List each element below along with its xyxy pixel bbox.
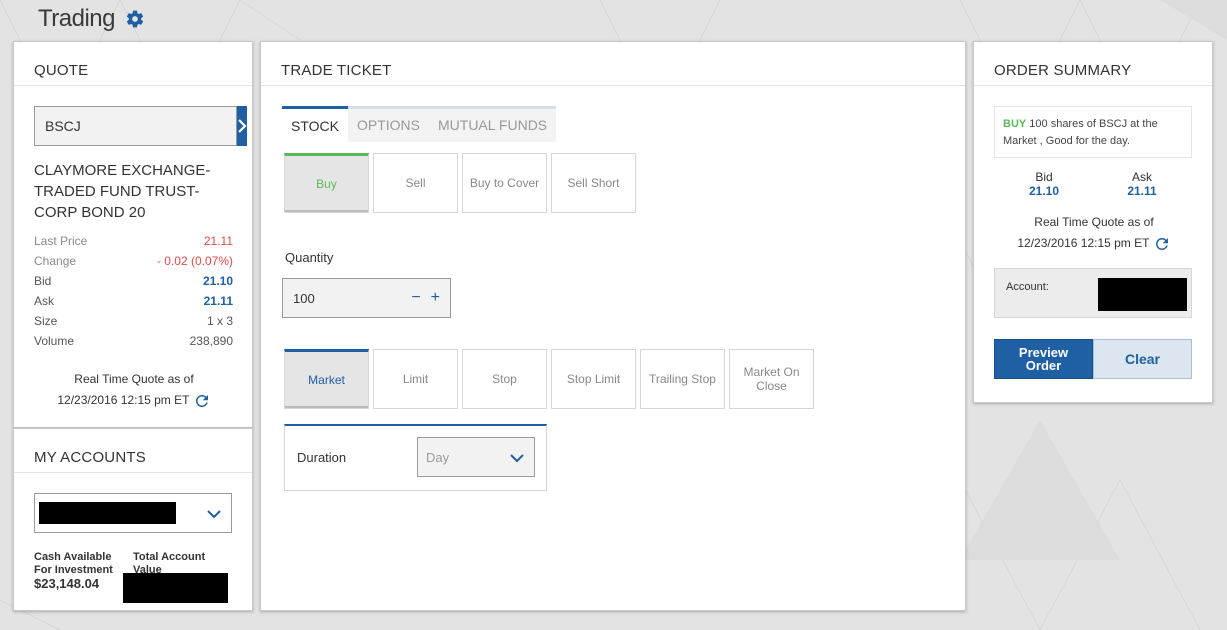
symbol-row: [34, 106, 247, 146]
quote-row-value: 1 x 3: [206, 314, 233, 328]
page-header: Trading: [38, 4, 145, 34]
summary-account-label: Account:: [1006, 281, 1049, 293]
summary-actions: Preview Order Clear: [994, 339, 1192, 379]
summary-bid: Bid 21.10: [1014, 170, 1074, 198]
quote-row-label: Last Price: [34, 234, 88, 248]
decrement-button[interactable]: −: [411, 289, 420, 307]
summary-bid-value: 21.10: [1028, 184, 1060, 198]
symbol-input[interactable]: [34, 106, 237, 146]
redacted-account: [39, 502, 176, 524]
quote-details: Last Price 21.11 Change - 0.02 (0.07%) B…: [34, 231, 233, 351]
market-on-close-button[interactable]: Market On Close: [729, 349, 814, 409]
quote-row-label: Volume: [34, 334, 75, 348]
summary-buy-word: BUY: [1003, 118, 1027, 130]
quote-row-value: 21.11: [203, 294, 233, 308]
quote-panel: QUOTE CLAYMORE EXCHANGE-TRADED FUND TRUS…: [13, 41, 253, 428]
summary-account: Account:: [994, 268, 1192, 318]
order-summary-panel: ORDER SUMMARY BUY 100 shares of BSCJ at …: [973, 41, 1213, 403]
clear-button[interactable]: Clear: [1093, 339, 1192, 379]
chevron-down-icon: [207, 510, 221, 519]
redacted-total: [123, 573, 228, 603]
duration-section: Duration Day: [284, 424, 547, 491]
symbol-go-button[interactable]: [237, 106, 247, 146]
buy-to-cover-button[interactable]: Buy to Cover: [462, 153, 547, 213]
action-buttons: Buy Sell Buy to Cover Sell Short: [284, 153, 636, 213]
duration-value: Day: [426, 450, 450, 465]
redacted-account-number: [1098, 278, 1187, 311]
summary-ask-label: Ask: [1131, 170, 1152, 184]
summary-rtq-time: 12/23/2016 12:15 pm ET: [1017, 236, 1150, 250]
summary-ask: Ask 21.11: [1112, 170, 1172, 198]
tab-mutual-funds[interactable]: MUTUAL FUNDS: [429, 109, 557, 142]
quantity-value[interactable]: 100: [293, 291, 411, 306]
quote-row-label: Ask: [34, 294, 55, 308]
summary-ask-value: 21.11: [1127, 184, 1157, 198]
quantity-label: Quantity: [285, 250, 334, 265]
quote-row-size: Size 1 x 3: [34, 311, 233, 331]
page-title: Trading: [38, 5, 115, 32]
quote-row-label: Change: [34, 254, 77, 268]
gear-icon[interactable]: [125, 9, 145, 29]
buy-button[interactable]: Buy: [284, 153, 369, 213]
quote-title: QUOTE: [14, 42, 252, 86]
quote-row-value: 238,890: [189, 334, 233, 348]
cash-value: $23,148.04: [34, 576, 100, 591]
summary-title: ORDER SUMMARY: [974, 42, 1212, 86]
quote-row-label: Bid: [34, 274, 52, 288]
quote-row-bid: Bid 21.10: [34, 271, 233, 291]
summary-rtq-label: Real Time Quote as of: [1034, 215, 1154, 229]
cash-label-1: Cash Available: [34, 551, 112, 563]
summary-rtq: Real Time Quote as of 12/23/2016 12:15 p…: [974, 212, 1214, 254]
duration-label: Duration: [297, 450, 347, 465]
rtq-label: Real Time Quote as of: [74, 372, 194, 386]
quote-row-value: 21.10: [202, 274, 233, 288]
trailing-stop-button[interactable]: Trailing Stop: [640, 349, 725, 409]
limit-button[interactable]: Limit: [373, 349, 458, 409]
order-type-buttons: Market Limit Stop Stop Limit Trailing St…: [284, 349, 814, 409]
accounts-title: MY ACCOUNTS: [14, 429, 252, 473]
order-summary-text: BUY 100 shares of BSCJ at the Market , G…: [994, 106, 1192, 158]
trade-ticket-panel: TRADE TICKET STOCK OPTIONS MUTUAL FUNDS …: [260, 41, 966, 611]
quote-row-volume: Volume 238,890: [34, 331, 233, 351]
ticket-title: TRADE TICKET: [261, 42, 965, 86]
my-accounts-panel: MY ACCOUNTS Cash Available For Investmen…: [13, 428, 253, 611]
duration-select[interactable]: Day: [417, 437, 535, 477]
tab-options[interactable]: OPTIONS: [347, 109, 429, 142]
rtq-time: 12/23/2016 12:15 pm ET: [57, 393, 190, 407]
quote-row-value: - 0.02 (0.07%): [156, 254, 233, 268]
quantity-stepper[interactable]: 100 − +: [282, 278, 451, 318]
cash-available: Cash Available For Investment $23,148.04: [34, 551, 113, 590]
account-select[interactable]: [34, 493, 232, 533]
summary-bid-label: Bid: [1035, 170, 1053, 184]
summary-detail: 100 shares of BSCJ at the Market , Good …: [1003, 118, 1158, 147]
quote-row-ask: Ask 21.11: [34, 291, 233, 311]
quote-row-label: Size: [34, 314, 58, 328]
quote-row-change: Change - 0.02 (0.07%): [34, 251, 233, 271]
preview-order-button[interactable]: Preview Order: [994, 339, 1093, 379]
increment-button[interactable]: +: [431, 289, 440, 307]
rtq-line: 12/23/2016 12:15 pm ET: [14, 390, 254, 410]
chevron-right-icon: [238, 119, 247, 133]
market-button[interactable]: Market: [284, 349, 369, 409]
sell-button[interactable]: Sell: [373, 153, 458, 213]
company-name: CLAYMORE EXCHANGE-TRADED FUND TRUST-CORP…: [34, 162, 211, 221]
chevron-down-icon: [510, 454, 524, 463]
preview-label-2: Order: [1025, 358, 1062, 373]
security-tabs: STOCK OPTIONS MUTUAL FUNDS: [282, 106, 557, 142]
refresh-icon[interactable]: [1153, 235, 1171, 253]
stop-limit-button[interactable]: Stop Limit: [551, 349, 636, 409]
summary-rtq-line: 12/23/2016 12:15 pm ET: [974, 233, 1214, 254]
total-label-1: Total Account: [133, 551, 206, 563]
sell-short-button[interactable]: Sell Short: [551, 153, 636, 213]
quote-row-last-price: Last Price 21.11: [34, 231, 233, 251]
quote-row-value: 21.11: [203, 234, 233, 248]
refresh-icon[interactable]: [193, 392, 211, 410]
stop-button[interactable]: Stop: [462, 349, 547, 409]
tab-stock[interactable]: STOCK: [282, 106, 348, 142]
